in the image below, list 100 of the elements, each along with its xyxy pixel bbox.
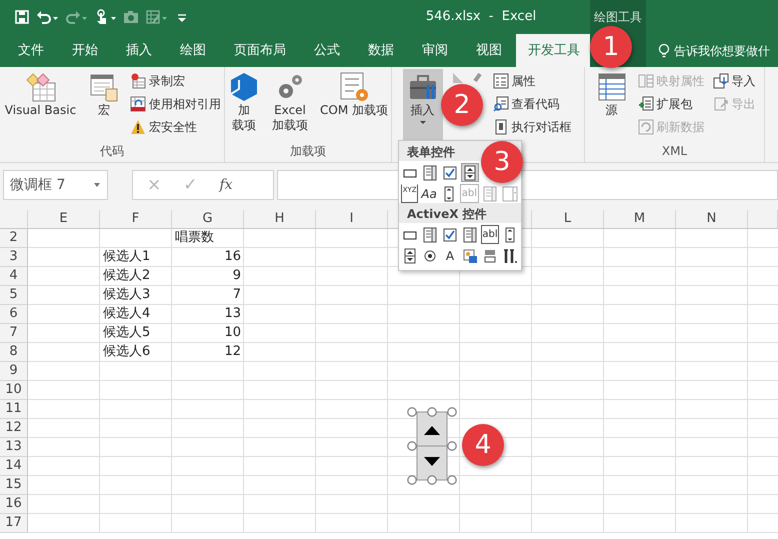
column-header[interactable]: G <box>172 210 244 229</box>
list-box-icon <box>422 226 438 242</box>
grid-arrow-icon <box>130 96 146 112</box>
ribbon-button[interactable]: 宏 <box>84 69 124 141</box>
column-header[interactable]: M <box>604 210 676 229</box>
column-header[interactable]: L <box>532 210 604 229</box>
ribbon-button[interactable]: 扩展包 <box>636 92 706 115</box>
combo-box-icon <box>502 186 518 202</box>
column-header[interactable]: N <box>676 210 748 229</box>
ribbon-tab[interactable]: 审阅 <box>408 34 462 67</box>
import-icon <box>712 72 728 88</box>
caret-icon <box>418 118 426 126</box>
ribbon-button[interactable]: COM 加载项 <box>316 69 392 141</box>
row-header[interactable]: 13 <box>0 438 28 457</box>
ribbon-button[interactable]: Excel 加载项 <box>268 69 312 141</box>
row-header[interactable]: 10 <box>0 381 28 400</box>
undo-icon[interactable] <box>36 9 52 25</box>
column-header[interactable]: E <box>28 210 100 229</box>
list-box-icon <box>482 186 498 202</box>
ribbon-tab[interactable]: 公式 <box>300 34 354 67</box>
insert-function-button[interactable]: fx <box>220 178 233 192</box>
table-cell: 候选人6 <box>103 344 150 359</box>
row-header[interactable]: 8 <box>0 343 28 362</box>
selection-handle[interactable] <box>407 441 417 451</box>
row-header[interactable]: 17 <box>0 514 28 533</box>
table-cell: 唱票数 <box>175 230 214 245</box>
ribbon-button[interactable]: 属性 <box>490 69 574 92</box>
label-control[interactable]: A <box>441 246 459 265</box>
row-header[interactable]: 4 <box>0 267 28 286</box>
row-header[interactable]: 5 <box>0 286 28 305</box>
name-box[interactable]: 微调框 7 <box>3 170 108 200</box>
text-box-control[interactable]: abl <box>481 225 499 244</box>
ribbon-tab[interactable]: 开发工具 <box>516 34 592 67</box>
ribbon-tab[interactable]: 绘图 <box>166 34 220 67</box>
table-cell: 候选人3 <box>103 287 150 302</box>
ribbon-button[interactable]: Visual Basic <box>0 69 80 141</box>
refresh-data-icon <box>638 118 654 134</box>
row-header[interactable]: 6 <box>0 305 28 324</box>
selection-handle[interactable] <box>447 475 457 485</box>
ribbon-button[interactable]: 插入 <box>402 69 442 142</box>
window-title: 546.xlsx - Excel <box>424 8 538 26</box>
ribbon-button[interactable]: 加 载项 <box>224 69 264 141</box>
ribbon-button[interactable]: 录制宏 <box>128 69 224 92</box>
row-header[interactable]: 15 <box>0 476 28 495</box>
dialog-icon <box>492 118 508 134</box>
caret-icon[interactable] <box>93 181 101 189</box>
table-icon <box>596 71 628 103</box>
image-icon <box>462 248 478 264</box>
selection-handle[interactable] <box>427 407 437 417</box>
selection-handle[interactable] <box>407 407 417 417</box>
save-icon[interactable] <box>14 9 30 25</box>
more-controls-icon <box>502 248 518 264</box>
row-header[interactable]: 14 <box>0 457 28 476</box>
column-header[interactable]: F <box>100 210 172 229</box>
sheet-shapes-icon <box>24 71 56 103</box>
table-cell: 候选人4 <box>103 306 150 321</box>
column-header[interactable]: I <box>316 210 388 229</box>
row-header[interactable]: 2 <box>0 229 28 248</box>
ribbon-button[interactable]: 使用相对引用 <box>128 92 224 115</box>
spin-up-button[interactable] <box>416 412 448 446</box>
selection-handle[interactable] <box>447 407 457 417</box>
search-prompt[interactable]: 告诉我你想要做什 <box>674 42 770 60</box>
ribbon-button[interactable]: 查看代码 <box>490 92 574 115</box>
step-badge: 4 <box>462 424 504 466</box>
ribbon-button[interactable]: 宏安全性 <box>128 115 224 138</box>
ribbon-tab[interactable]: 开始 <box>58 34 112 67</box>
row-header[interactable]: 16 <box>0 495 28 514</box>
selection-handle[interactable] <box>447 441 457 451</box>
row-header[interactable]: 9 <box>0 362 28 381</box>
ribbon-tab[interactable]: 页面布局 <box>220 34 300 67</box>
column-header[interactable]: H <box>244 210 316 229</box>
quick-access-button[interactable] <box>36 9 59 25</box>
map-properties-icon <box>638 72 654 88</box>
ribbon-tab[interactable]: 视图 <box>462 34 516 67</box>
ribbon-button[interactable]: 导入 <box>710 69 758 92</box>
menu-item[interactable] <box>461 163 479 182</box>
ribbon-tab[interactable]: 数据 <box>354 34 408 67</box>
ribbon-tab[interactable]: 文件 <box>4 34 58 67</box>
row-header[interactable]: 12 <box>0 419 28 438</box>
label-control[interactable]: Aa <box>420 184 438 203</box>
row-header[interactable]: 3 <box>0 248 28 267</box>
spin-down-button[interactable] <box>416 446 448 480</box>
selection-handle[interactable] <box>407 475 417 485</box>
cube-icon <box>228 71 260 103</box>
list-box-icon <box>422 164 438 180</box>
ribbon-tab[interactable]: 插入 <box>112 34 166 67</box>
menu-section-title: ActiveX 控件 <box>399 203 521 223</box>
checkbox-icon <box>442 226 458 242</box>
code-magnifier-icon <box>492 96 508 112</box>
list-box-icon <box>462 226 478 242</box>
selection-handle[interactable] <box>427 475 437 485</box>
lightbulb-icon[interactable] <box>658 42 670 58</box>
row-header[interactable]: 11 <box>0 400 28 419</box>
ruler-pencil-icon[interactable] <box>450 71 482 83</box>
table-cell: 10 <box>224 325 241 340</box>
ribbon-button[interactable]: 源 <box>592 69 632 141</box>
spin-button-icon <box>402 248 418 264</box>
ribbon-button[interactable]: 执行对话框 <box>490 115 574 138</box>
table-cell: 9 <box>232 268 241 283</box>
row-header[interactable]: 7 <box>0 324 28 343</box>
